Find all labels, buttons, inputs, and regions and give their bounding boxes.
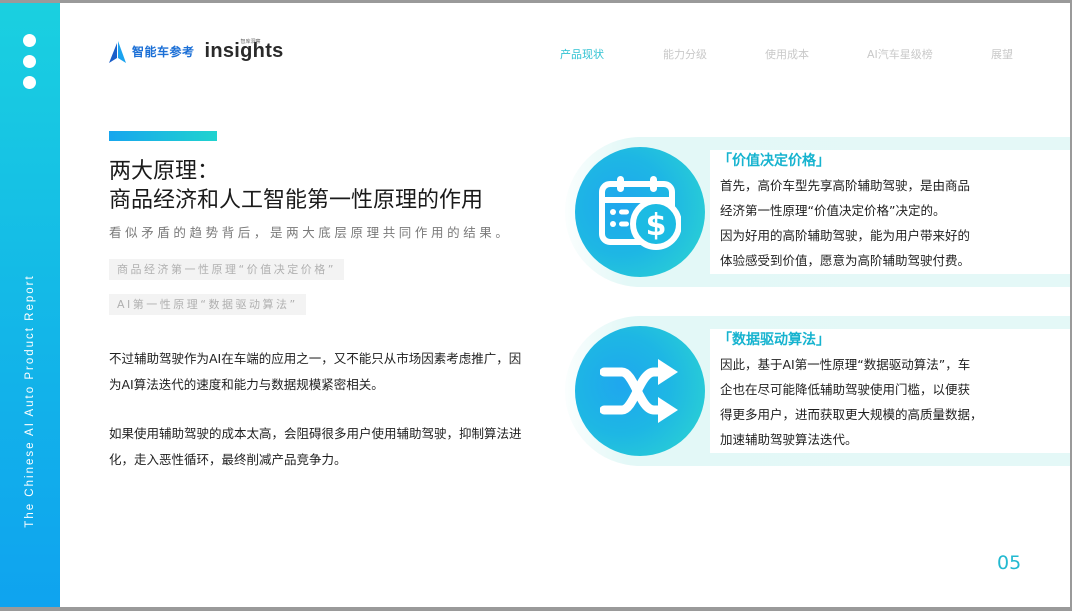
insights-logo: 智库洞察 insights <box>205 39 284 63</box>
page-title-line-1: 两大原理： <box>109 159 220 184</box>
card-body-line: 企也在尽可能降低辅助驾驶使用门槛，以便获 <box>720 382 971 397</box>
card-body: 首先，高价车型先享高阶辅助驾驶，是由商品 经济第一性原理“价值决定价格”决定的。… <box>720 173 1065 273</box>
sidebar: The Chinese AI Auto Product Report <box>0 3 60 607</box>
insights-tagline: 智库洞察 <box>240 39 261 45</box>
principle-card-data: 「数据驱动算法」 因此，基于AI第一性原理“数据驱动算法”，车 企也在尽可能降低… <box>565 316 1070 466</box>
card-body-line: 首先，高价车型先享高阶辅助驾驶，是由商品 <box>720 178 971 193</box>
logo-sail-icon <box>109 40 126 63</box>
svg-text:$: $ <box>646 208 667 243</box>
body-paragraph-2: 如果使用辅助驾驶的成本太高，会阻碍很多用户使用辅助驾驶，抑制算法进化，走入恶性循… <box>109 426 522 467</box>
card-icon-circle <box>575 326 705 456</box>
page-number: 05 <box>997 552 1022 574</box>
nav-item-ai-car-ranking[interactable]: AI汽车星级榜 <box>867 46 933 62</box>
card-body-line: 因此，基于AI第一性原理“数据驱动算法”，车 <box>720 357 971 372</box>
nav-item-product-status[interactable]: 产品现状 <box>560 46 604 62</box>
dot <box>23 55 36 68</box>
card-text-panel: 「价值决定价格」 首先，高价车型先享高阶辅助驾驶，是由商品 经济第一性原理“价值… <box>710 150 1070 274</box>
card-body-line: 得更多用户，进而获取更大规模的高质量数据， <box>720 407 983 422</box>
card-body-line: 体验感受到价值，愿意为高阶辅助驾驶付费。 <box>720 253 971 268</box>
card-body-line: 因为好用的高阶辅助驾驶，能为用户带来好的 <box>720 228 971 243</box>
page-title-line-2: 商品经济和人工智能第一性原理的作用 <box>109 188 484 213</box>
brand-logos: 智能车参考 智库洞察 insights <box>108 39 284 63</box>
card-body: 因此，基于AI第一性原理“数据驱动算法”，车 企也在尽可能降低辅助驾驶使用门槛，… <box>720 352 1065 452</box>
shuffle-icon <box>600 359 678 423</box>
page-title: 两大原理： 商品经济和人工智能第一性原理的作用 <box>109 157 483 215</box>
card-icon-circle: $ <box>575 147 705 277</box>
slide: The Chinese AI Auto Product Report 智能车参考… <box>0 3 1070 607</box>
more-dots-icon[interactable] <box>23 34 36 97</box>
body-paragraph-1: 不过辅助驾驶作为AI在车端的应用之一，又不能只从市场因素考虑推广，因为AI算法迭… <box>109 351 522 392</box>
dot <box>23 76 36 89</box>
card-title: 「数据驱动算法」 <box>718 332 830 348</box>
brand-logo-text: 智能车参考 <box>132 45 195 59</box>
card-body-line: 加速辅助驾驶算法迭代。 <box>720 432 858 447</box>
card-title: 「价值决定价格」 <box>718 153 830 169</box>
page-subtitle: 看似矛盾的趋势背后，是两大底层原理共同作用的结果。 <box>109 225 512 240</box>
sidebar-report-title: The Chinese AI Auto Product Report <box>24 274 36 528</box>
card-text-panel: 「数据驱动算法」 因此，基于AI第一性原理“数据驱动算法”，车 企也在尽可能降低… <box>710 329 1070 453</box>
title-accent-bar <box>109 131 217 141</box>
dot <box>23 34 36 47</box>
principle-tag-economics: 商品经济第一性原理“价值决定价格” <box>109 259 344 280</box>
nav-item-capability-levels[interactable]: 能力分级 <box>663 46 707 62</box>
principle-card-value: $ 「价值决定价格」 首先，高价车型先享高阶辅助驾驶，是由商品 经济第一性原理“… <box>565 137 1070 287</box>
calendar-dollar-icon: $ <box>599 176 681 250</box>
principle-tag-ai: AI第一性原理“数据驱动算法” <box>109 294 306 315</box>
nav-item-outlook[interactable]: 展望 <box>991 46 1013 62</box>
card-body-line: 经济第一性原理“价值决定价格”决定的。 <box>720 203 946 218</box>
nav-item-usage-cost[interactable]: 使用成本 <box>765 46 809 62</box>
